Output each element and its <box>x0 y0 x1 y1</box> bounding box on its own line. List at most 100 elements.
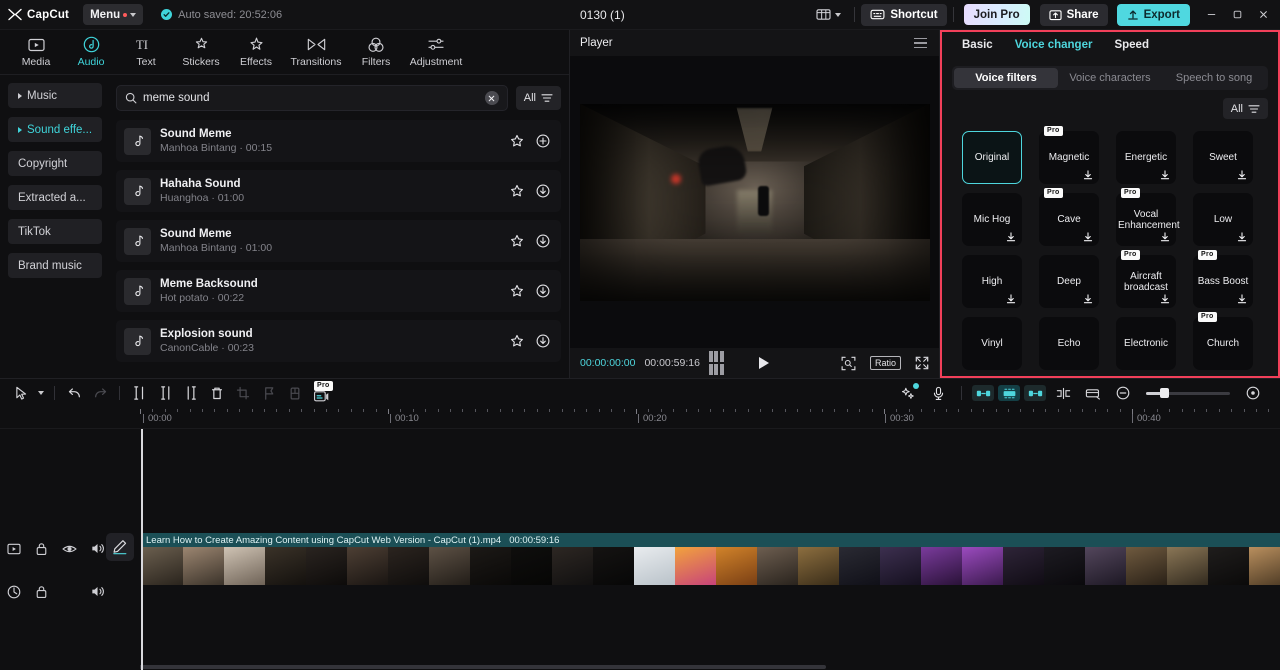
video-preview[interactable] <box>579 103 930 301</box>
trim-start-button[interactable] <box>152 381 178 405</box>
player-menu-icon[interactable] <box>914 37 927 49</box>
voice-filter-aircraft-broadcast[interactable]: Pro Aircraft broadcast <box>1116 250 1176 308</box>
segment-speech-to-song[interactable]: Speech to song <box>1162 68 1266 88</box>
favorite-star-icon[interactable] <box>509 183 525 199</box>
voice-filter-church[interactable]: Pro Church <box>1193 312 1253 370</box>
fit-to-screen-icon[interactable] <box>841 356 856 371</box>
play-button[interactable] <box>758 357 769 369</box>
split-button[interactable] <box>126 381 152 405</box>
download-icon[interactable] <box>1083 170 1093 180</box>
download-icon[interactable] <box>1160 170 1170 180</box>
list-item[interactable]: Explosion sound CanonCable · 00:23 <box>116 320 561 362</box>
tab-speed[interactable]: Speed <box>1114 39 1149 51</box>
category-tiktok[interactable]: TikTok <box>8 219 102 244</box>
join-pro-button[interactable]: Join Pro <box>963 4 1030 25</box>
search-input[interactable] <box>143 92 479 104</box>
tab-basic[interactable]: Basic <box>962 39 993 51</box>
voice-filter-bass-boost[interactable]: Pro Bass Boost <box>1193 250 1253 308</box>
list-item[interactable]: Sound Meme Manhoa Bintang · 01:00 <box>116 220 561 262</box>
download-icon[interactable] <box>1083 232 1093 242</box>
voice-filter-energetic[interactable]: Energetic <box>1116 131 1176 184</box>
redo-button[interactable] <box>87 381 113 405</box>
download-icon[interactable] <box>535 333 551 349</box>
mode-tab-filters[interactable]: Filters <box>350 32 402 73</box>
auto-caption-button[interactable]: Pro <box>308 381 334 405</box>
effects-filter-button[interactable]: All <box>1222 98 1268 119</box>
list-item[interactable]: Hahaha Sound Huanghoa · 01:00 <box>116 170 561 212</box>
trim-end-button[interactable] <box>178 381 204 405</box>
undo-button[interactable] <box>61 381 87 405</box>
voice-filter-high[interactable]: High <box>962 255 1022 308</box>
voice-filter-sweet[interactable]: Sweet <box>1193 131 1253 184</box>
fit-left-button[interactable] <box>972 385 994 401</box>
segment-voice-filters[interactable]: Voice filters <box>954 68 1058 88</box>
marker-button[interactable] <box>256 381 282 405</box>
minimize-button[interactable] <box>1198 0 1224 30</box>
voice-filter-deep[interactable]: Deep <box>1039 255 1099 308</box>
download-icon[interactable] <box>1006 294 1016 304</box>
favorite-star-icon[interactable] <box>509 283 525 299</box>
track-view-button[interactable] <box>1080 381 1106 405</box>
category-extracted-audio[interactable]: Extracted a... <box>8 185 102 210</box>
tool-options-chevron-icon[interactable] <box>34 381 48 405</box>
lock-track-icon[interactable] <box>34 584 49 599</box>
mode-tab-audio[interactable]: Audio <box>65 32 117 73</box>
download-icon[interactable] <box>535 283 551 299</box>
magic-effects-button[interactable] <box>895 381 921 405</box>
mode-tab-stickers[interactable]: Stickers <box>175 32 227 73</box>
crop-button[interactable] <box>230 381 256 405</box>
list-item[interactable]: Meme Backsound Hot potato · 00:22 <box>116 270 561 312</box>
shortcut-button[interactable]: Shortcut <box>861 3 947 26</box>
download-icon[interactable] <box>1237 294 1247 304</box>
voice-filter-low[interactable]: Low <box>1193 193 1253 246</box>
select-tool-button[interactable] <box>8 381 34 405</box>
share-button[interactable]: Share <box>1039 3 1108 26</box>
layout-switch-button[interactable] <box>809 4 848 26</box>
mode-tab-text[interactable]: TI Text <box>120 32 172 73</box>
download-icon[interactable] <box>1160 232 1170 242</box>
zoom-slider-handle[interactable] <box>1160 388 1169 398</box>
voice-filter-cave[interactable]: Pro Cave <box>1039 188 1099 246</box>
sound-filter-button[interactable]: All <box>515 86 561 110</box>
voice-filter-electronic[interactable]: Electronic <box>1116 317 1176 370</box>
fit-center-button[interactable] <box>998 385 1020 401</box>
voice-filter-vinyl[interactable]: Vinyl <box>962 317 1022 370</box>
zoom-in-button[interactable] <box>1240 381 1266 405</box>
add-to-timeline-icon[interactable] <box>535 133 551 149</box>
playhead[interactable] <box>141 429 143 670</box>
category-brand-music[interactable]: Brand music <box>8 253 102 278</box>
category-sound-effects[interactable]: Sound effe... <box>8 117 102 142</box>
ratio-button[interactable]: Ratio <box>869 356 901 370</box>
fullscreen-icon[interactable] <box>915 356 929 370</box>
hide-track-icon[interactable] <box>62 541 77 556</box>
close-button[interactable] <box>1250 0 1276 30</box>
download-icon[interactable] <box>1083 294 1093 304</box>
segment-voice-characters[interactable]: Voice characters <box>1058 68 1162 88</box>
lock-track-icon[interactable] <box>34 541 49 556</box>
category-copyright[interactable]: Copyright <box>8 151 102 176</box>
freeze-frame-button[interactable] <box>282 381 308 405</box>
split-at-playhead-button[interactable] <box>1050 381 1076 405</box>
track-thumbnail-icon[interactable] <box>6 541 21 556</box>
mode-tab-adjustment[interactable]: Adjustment <box>405 32 467 73</box>
download-icon[interactable] <box>535 183 551 199</box>
voice-filter-echo[interactable]: Echo <box>1039 317 1099 370</box>
mute-track-icon[interactable] <box>90 541 105 556</box>
clear-search-icon[interactable] <box>484 91 499 105</box>
frame-view-icon[interactable] <box>708 351 724 375</box>
favorite-star-icon[interactable] <box>509 233 525 249</box>
download-icon[interactable] <box>1237 232 1247 242</box>
category-music[interactable]: Music <box>8 83 102 108</box>
delete-button[interactable] <box>204 381 230 405</box>
export-button[interactable]: Export <box>1116 3 1190 26</box>
tab-voice-changer[interactable]: Voice changer <box>1015 39 1093 51</box>
mute-track-icon[interactable] <box>90 584 105 599</box>
menu-button[interactable]: Menu <box>83 4 144 25</box>
favorite-star-icon[interactable] <box>509 133 525 149</box>
voice-filter-magnetic[interactable]: Pro Magnetic <box>1039 126 1099 184</box>
search-box[interactable] <box>116 85 508 111</box>
download-icon[interactable] <box>1237 170 1247 180</box>
mode-tab-effects[interactable]: Effects <box>230 32 282 73</box>
fit-right-button[interactable] <box>1024 385 1046 401</box>
record-voiceover-button[interactable] <box>925 381 951 405</box>
